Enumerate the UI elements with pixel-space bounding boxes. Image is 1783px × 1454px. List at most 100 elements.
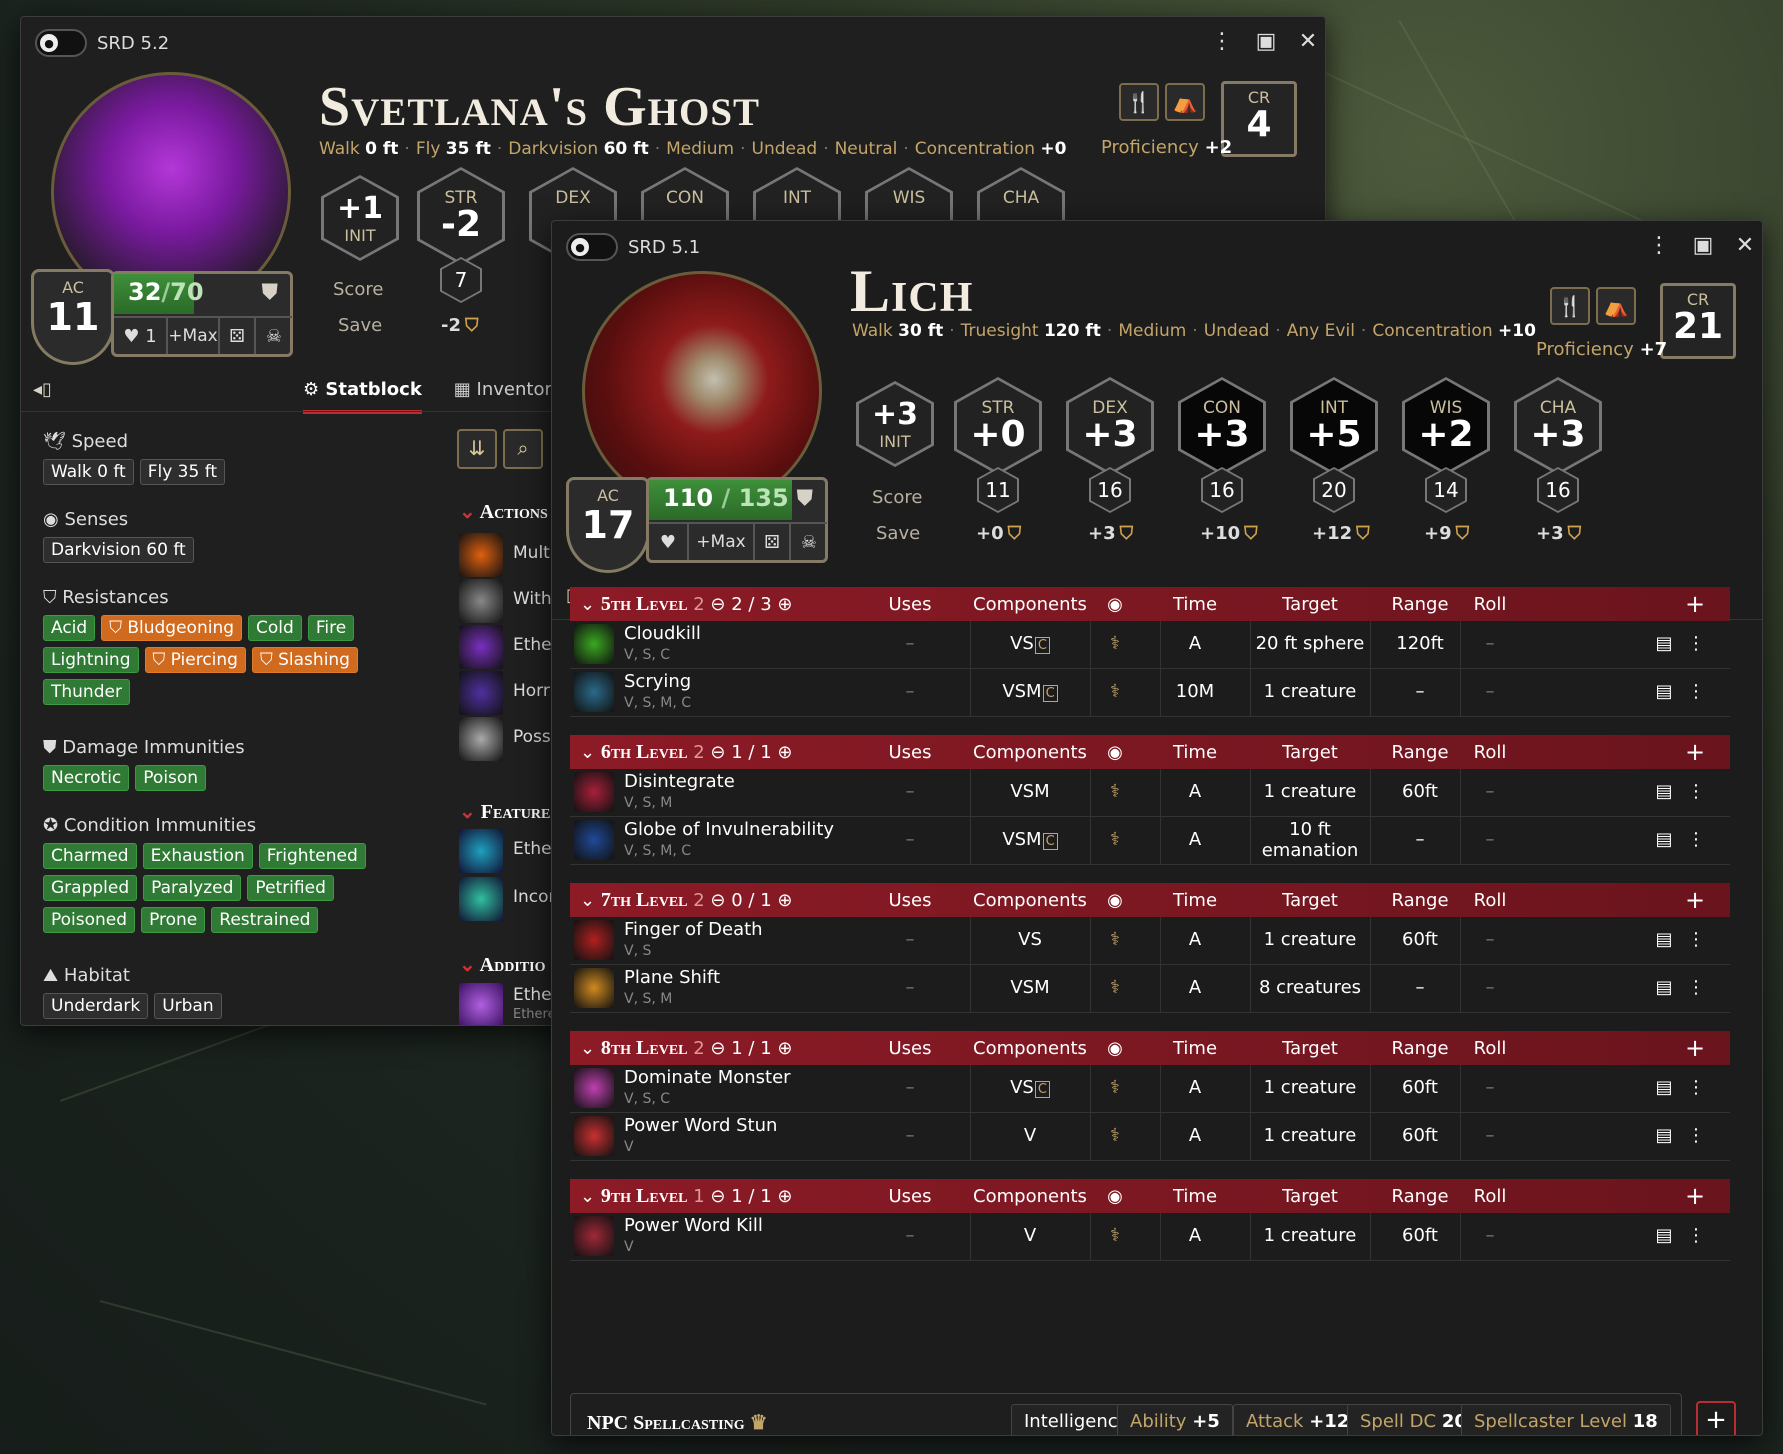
spell-name[interactable]: Power Word Stun xyxy=(624,1115,777,1136)
close-icon[interactable]: ✕ xyxy=(1295,29,1321,54)
dice-icon[interactable]: ⚄ xyxy=(755,522,791,560)
edit-icon[interactable]: ▤ xyxy=(1650,829,1678,850)
add-spell-icon[interactable]: + xyxy=(1680,738,1710,766)
spell-row[interactable]: Cloudkill V, S, C – VS C ⚕ A 20 ft sphere 120ft –… xyxy=(570,621,1730,669)
tag-chip[interactable]: ⛉ Bludgeoning xyxy=(101,615,243,641)
tag-chip[interactable]: Thunder xyxy=(43,679,130,705)
action-name[interactable]: Horri xyxy=(513,681,555,701)
level-title[interactable]: ⌄ 6th Level 2 ⊖ 1 / 1 ⊕ xyxy=(580,741,792,764)
spellcaster-level[interactable]: Spellcaster Level 18 xyxy=(1461,1404,1671,1435)
action-icon[interactable] xyxy=(459,625,503,669)
collapse-all-button[interactable]: ⇊ xyxy=(457,429,497,469)
ability-save[interactable]: +10 ⛉ xyxy=(1200,523,1258,544)
feature-icon[interactable] xyxy=(459,829,503,873)
action-name[interactable]: Multi xyxy=(513,543,555,563)
tag-chip[interactable]: Exhaustion xyxy=(142,843,253,869)
minus-icon[interactable]: ⊖ xyxy=(710,594,731,615)
spell-name[interactable]: Cloudkill xyxy=(624,623,701,644)
level-title[interactable]: ⌄ 5th Level 2 ⊖ 2 / 3 ⊕ xyxy=(580,593,792,616)
challenge-rating[interactable]: CR 4 xyxy=(1221,81,1297,157)
initiative[interactable]: +3 INIT xyxy=(856,381,934,467)
spell-roll[interactable]: – xyxy=(1460,1225,1520,1246)
spell-name[interactable]: Globe of Invulnerability xyxy=(624,819,834,840)
edit-icon[interactable]: ▤ xyxy=(1650,681,1678,702)
challenge-rating[interactable]: CR 21 xyxy=(1660,283,1736,359)
temp-hp[interactable]: ♥ 1 xyxy=(114,316,168,354)
ability-save[interactable]: +0 ⛉ xyxy=(976,523,1021,544)
camp-button[interactable]: ⛺ xyxy=(1165,83,1205,121)
spell-roll[interactable]: – xyxy=(1460,1125,1520,1146)
add-spell-icon[interactable]: + xyxy=(1680,886,1710,914)
additional-header[interactable]: ⌄ Additio xyxy=(459,952,545,977)
spell-roll[interactable]: – xyxy=(1460,681,1520,702)
tag-chip[interactable]: Restrained xyxy=(211,907,319,933)
spell-name[interactable]: Dominate Monster xyxy=(624,1067,791,1088)
ability-con[interactable]: CON +3 xyxy=(1178,377,1266,475)
plus-circle-icon[interactable]: ⊕ xyxy=(772,1038,792,1059)
spell-roll[interactable]: – xyxy=(1460,633,1520,654)
search-button[interactable]: ⌕ xyxy=(503,429,543,469)
max-hp-button[interactable]: +Max xyxy=(689,522,755,560)
hit-points[interactable]: 32/70 ⛊ ♥ 1 +Max ⚄ ☠ xyxy=(111,271,293,357)
tag-chip[interactable]: Fly 35 ft xyxy=(139,459,226,485)
tag-chip[interactable]: Frightened xyxy=(258,843,366,869)
ability-cha[interactable]: CHA +3 xyxy=(1514,377,1602,475)
spell-roll[interactable]: – xyxy=(1460,781,1520,802)
add-spell-icon[interactable]: + xyxy=(1680,1182,1710,1210)
edit-icon[interactable]: ▤ xyxy=(1650,1077,1678,1098)
level-title[interactable]: ⌄ 9th Level 1 ⊖ 1 / 1 ⊕ xyxy=(580,1185,792,1208)
sidebar-toggle-icon[interactable]: ◂▯ xyxy=(33,379,52,400)
token-icon[interactable]: ▣ xyxy=(1690,233,1716,258)
tag-chip[interactable]: Underdark xyxy=(43,993,149,1019)
tag-chip[interactable]: Acid xyxy=(43,615,96,641)
armor-class[interactable]: AC 17 xyxy=(566,477,650,573)
armor-class[interactable]: AC 11 xyxy=(31,269,115,365)
actions-header[interactable]: ⌄ Actions xyxy=(459,499,548,524)
more-menu-icon[interactable]: ⋮ xyxy=(1682,1125,1710,1146)
spell-attack[interactable]: Attack +12 xyxy=(1233,1404,1363,1435)
tag-chip[interactable]: Cold xyxy=(248,615,302,641)
tag-chip[interactable]: Lightning xyxy=(43,647,139,673)
spell-roll[interactable]: – xyxy=(1460,829,1520,850)
spell-roll[interactable]: – xyxy=(1460,1077,1520,1098)
lock-toggle[interactable]: ● xyxy=(566,233,618,261)
rest-button[interactable]: 🍴 xyxy=(1550,287,1590,325)
more-menu-icon[interactable]: ⋮ xyxy=(1682,829,1710,850)
token-icon[interactable]: ▣ xyxy=(1253,29,1279,54)
dice-icon[interactable]: ⚄ xyxy=(220,316,256,354)
tab-statblock[interactable]: ⚙ Statblock xyxy=(303,379,422,414)
edit-icon[interactable]: ▤ xyxy=(1650,1225,1678,1246)
tag-chip[interactable]: Darkvision 60 ft xyxy=(43,537,194,563)
more-menu-icon[interactable]: ⋮ xyxy=(1209,29,1235,54)
more-menu-icon[interactable]: ⋮ xyxy=(1682,1077,1710,1098)
action-icon[interactable] xyxy=(459,579,503,623)
add-spell-icon[interactable]: + xyxy=(1680,590,1710,618)
level-title[interactable]: ⌄ 7th Level 2 ⊖ 0 / 1 ⊕ xyxy=(580,889,792,912)
feature-name[interactable]: Incor xyxy=(513,887,556,907)
spell-roll[interactable]: – xyxy=(1460,929,1520,950)
ability-save[interactable]: +12 ⛉ xyxy=(1312,523,1370,544)
spell-row[interactable]: Disintegrate V, S, M – VSM ⚕ A 1 creature 60ft –… xyxy=(570,769,1730,817)
level-title[interactable]: ⌄ 8th Level 2 ⊖ 1 / 1 ⊕ xyxy=(580,1037,792,1060)
tag-chip[interactable]: Necrotic xyxy=(43,765,130,791)
features-header[interactable]: ⌄ Feature xyxy=(459,799,550,824)
close-icon[interactable]: ✕ xyxy=(1732,233,1758,258)
more-menu-icon[interactable]: ⋮ xyxy=(1682,977,1710,998)
portrait[interactable] xyxy=(582,271,822,511)
ability-str[interactable]: STR -2 xyxy=(417,167,505,265)
ability-wis[interactable]: WIS +2 xyxy=(1402,377,1490,475)
tag-chip[interactable]: Grappled xyxy=(43,875,138,901)
ability-save[interactable]: +3 ⛉ xyxy=(1536,523,1581,544)
spell-row[interactable]: Power Word Kill V – V ⚕ A 1 creature 60ft – ▤ ⋮ xyxy=(570,1213,1730,1261)
edit-icon[interactable]: ▤ xyxy=(1650,781,1678,802)
ethereal-icon[interactable] xyxy=(459,983,503,1025)
tag-chip[interactable]: ⛉ Piercing xyxy=(144,647,246,673)
more-menu-icon[interactable]: ⋮ xyxy=(1682,1225,1710,1246)
more-menu-icon[interactable]: ⋮ xyxy=(1682,929,1710,950)
action-icon[interactable] xyxy=(459,717,503,761)
spell-row[interactable]: Finger of Death V, S – VS ⚕ A 1 creature 60ft – ▤… xyxy=(570,917,1730,965)
spell-name[interactable]: Disintegrate xyxy=(624,771,735,792)
ability-str[interactable]: STR +0 xyxy=(954,377,1042,475)
spell-name[interactable]: Plane Shift xyxy=(624,967,720,988)
tag-chip[interactable]: ⛉ Slashing xyxy=(251,647,358,673)
